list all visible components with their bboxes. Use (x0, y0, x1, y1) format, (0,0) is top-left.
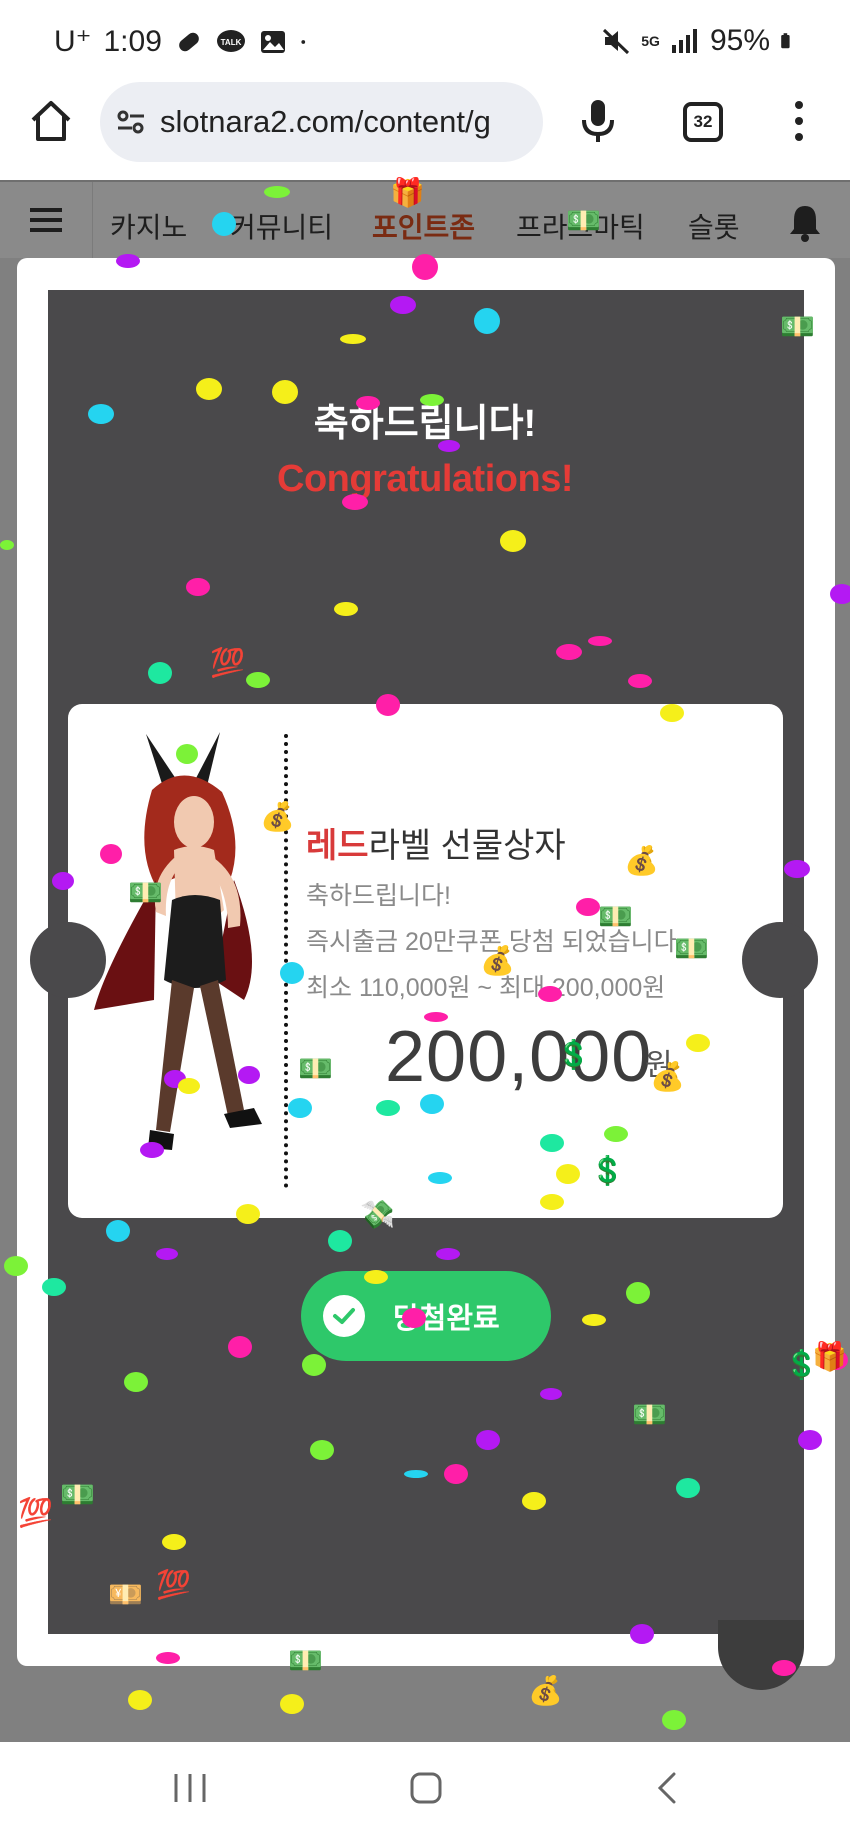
nav-divider (92, 182, 93, 260)
home-nav-icon[interactable] (408, 1770, 444, 1806)
more-options-icon[interactable] (790, 98, 808, 144)
prize-name-rest: 라벨 선물상자 (368, 827, 566, 865)
recent-apps-icon[interactable] (172, 1770, 208, 1806)
prize-name-highlight: 레드 (306, 827, 369, 865)
claim-complete-label: 당첨완료 (393, 1303, 500, 1335)
clock: 1:09 (103, 24, 162, 58)
prize-description: 즉시출금 20만쿠폰 당첨 되었습니다 (306, 928, 677, 956)
prize-name: 레드라벨 선물상자 (306, 818, 566, 867)
system-navigation-bar (0, 1742, 850, 1842)
prize-congrats-text: 축하드립니다! (306, 882, 451, 910)
home-icon[interactable] (28, 98, 74, 144)
ticket-perforation (284, 734, 288, 1188)
svg-text:TALK: TALK (221, 38, 242, 47)
nav-item-community[interactable]: 커뮤니티 (230, 206, 333, 246)
battery-percent: 95% (709, 24, 770, 57)
pill-icon (179, 32, 199, 51)
prize-unit: 원 (645, 1049, 673, 1082)
carrier-label: U⁺ (54, 25, 92, 58)
tab-switcher-button[interactable]: 32 (683, 102, 723, 142)
image-icon (260, 30, 285, 53)
browser-toolbar: slotnara2.com/content/g 32 (0, 80, 850, 180)
status-bar: U⁺ 1:09 TALK 5G 95% (0, 0, 850, 80)
nav-item-casino[interactable]: 카지노 (110, 206, 187, 246)
battery-icon (781, 33, 790, 49)
url-text: slotnara2.com/content/g (160, 104, 491, 139)
character-illustration (94, 732, 262, 1150)
claim-complete-button[interactable]: 당첨완료 (301, 1271, 551, 1361)
prize-range: 최소 110,000원 ~ 최대 200,000원 (306, 974, 666, 1002)
nav-item-pointzone[interactable]: 포인트존 (372, 206, 475, 246)
hamburger-menu-icon[interactable] (30, 206, 62, 234)
site-settings-icon[interactable] (116, 109, 146, 135)
ticket-notch-right (742, 922, 818, 998)
congrats-title-korean: 축하드립니다! (313, 403, 537, 445)
nav-item-slot[interactable]: 슬롯 (688, 206, 740, 246)
back-icon[interactable] (652, 1770, 682, 1806)
network-label: 5G (641, 33, 660, 49)
site-navigation: 카지노 커뮤니티 포인트존 프라그마틱 슬롯 (0, 180, 850, 260)
nav-item-pragmatic[interactable]: 프라그마틱 (516, 206, 645, 246)
mute-icon (603, 28, 630, 55)
address-bar[interactable]: slotnara2.com/content/g (100, 82, 543, 162)
talk-icon: TALK (216, 29, 245, 52)
microphone-icon[interactable] (580, 98, 616, 144)
signal-icon (671, 29, 697, 53)
congrats-title-english: Congratulations! (277, 458, 573, 500)
check-icon (323, 1295, 365, 1337)
prize-amount: 200,000 (385, 1017, 653, 1097)
notification-bell-icon[interactable] (786, 202, 824, 242)
dot-icon (301, 39, 306, 44)
